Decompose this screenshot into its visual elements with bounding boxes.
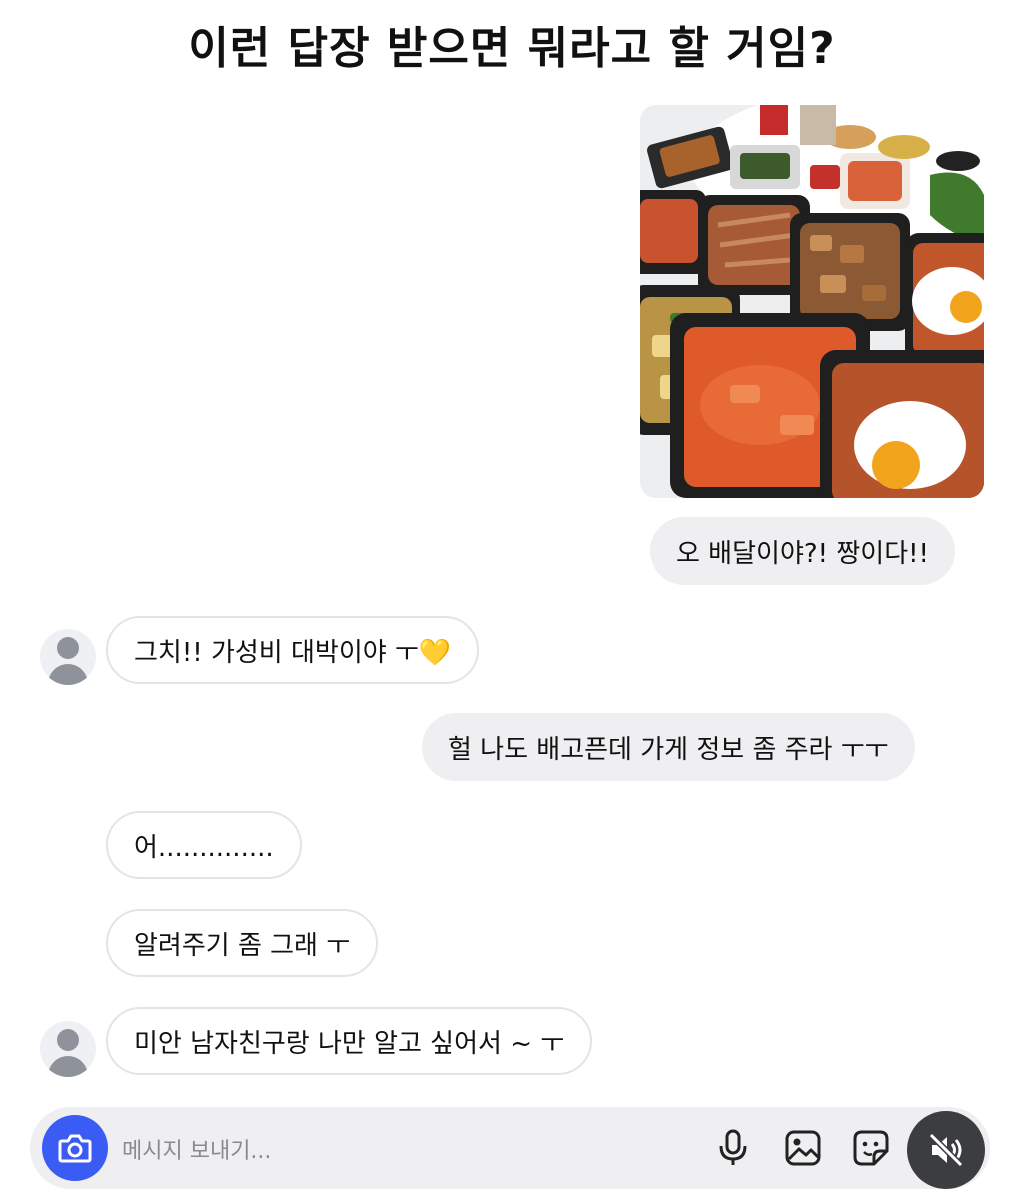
message-composer[interactable]: 메시지 보내기... (30, 1107, 990, 1189)
message-text: 미안 남자친구랑 나만 알고 싶어서 ~ ㅜ (134, 1028, 565, 1059)
muted-speaker-icon (928, 1132, 964, 1168)
microphone-icon (719, 1129, 747, 1165)
page-title: 이런 답장 받으면 뭐라고 할 거임? (188, 23, 836, 74)
avatar[interactable] (40, 1021, 96, 1077)
message-text: 그치!! 가성비 대박이야 ㅜ💛 (134, 637, 452, 668)
message-text: 어.............. (134, 832, 274, 863)
avatar[interactable] (40, 629, 96, 685)
message-bubble-sent[interactable]: 오 배달이야?! 짱이다!! (650, 517, 955, 585)
gallery-icon (785, 1130, 821, 1166)
message-bubble-received[interactable]: 미안 남자친구랑 나만 알고 싶어서 ~ ㅜ (106, 1007, 593, 1075)
food-photo-image (640, 105, 984, 498)
message-input[interactable]: 메시지 보내기... (122, 1133, 271, 1165)
message-text: 오 배달이야?! 짱이다!! (676, 538, 929, 569)
mute-button[interactable] (907, 1111, 985, 1189)
message-bubble-received[interactable]: 어.............. (106, 811, 302, 879)
camera-icon (58, 1134, 92, 1163)
avatar-body (48, 1056, 88, 1077)
camera-button[interactable] (42, 1115, 108, 1181)
message-bubble-received[interactable]: 그치!! 가성비 대박이야 ㅜ💛 (106, 616, 480, 684)
message-bubble-received[interactable]: 알려주기 좀 그래 ㅜ (106, 909, 379, 977)
microphone-button[interactable] (712, 1127, 754, 1169)
sticker-icon (853, 1130, 889, 1166)
avatar-body (48, 664, 88, 685)
avatar-head (57, 637, 79, 659)
shared-food-photo[interactable] (640, 105, 984, 498)
message-text: 헐 나도 배고픈데 가게 정보 좀 주라 ㅜㅜ (448, 734, 889, 765)
message-text: 알려주기 좀 그래 ㅜ (134, 930, 351, 961)
sticker-button[interactable] (850, 1127, 892, 1169)
message-bubble-sent[interactable]: 헐 나도 배고픈데 가게 정보 좀 주라 ㅜㅜ (422, 713, 915, 781)
avatar-head (57, 1029, 79, 1051)
gallery-button[interactable] (782, 1127, 824, 1169)
